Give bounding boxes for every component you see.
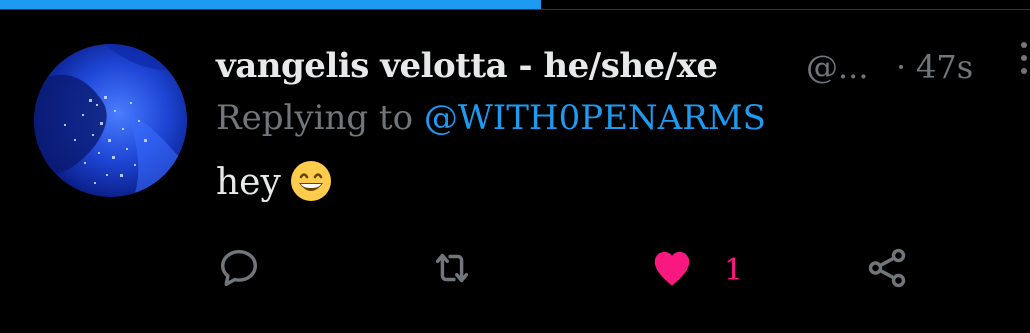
display-name[interactable]: vangelis velotta - he/she/xe [216,46,718,86]
speech-bubble-icon [220,249,258,287]
like-button[interactable]: 1 [648,238,743,298]
tweet-reply-screen: vangelis velotta - he/she/xe @... · 47s … [0,0,1030,333]
timestamp[interactable]: 47s [916,48,973,86]
retweet-button[interactable] [428,238,476,298]
tweet-header: vangelis velotta - he/she/xe @... · 47s [216,40,1027,96]
progress-bar-fill [0,0,541,9]
tweet-actions: 1 [216,238,936,298]
retweet-icon [435,253,469,283]
avatar[interactable] [34,44,187,197]
replying-to-label: Replying to [216,98,414,138]
avatar-image [34,44,187,197]
reply-target-link[interactable]: @WITH0PENARMS [424,98,766,138]
progress-bar [0,0,1030,9]
user-handle[interactable]: @... [806,48,869,86]
reply-button[interactable] [216,238,262,298]
like-count: 1 [724,252,744,288]
grinning-face-emoji-icon [289,159,333,203]
divider [0,9,1030,10]
replying-to-line: Replying to @WITH0PENARMS [216,98,766,138]
tweet-body: hey [216,159,333,207]
more-options-icon[interactable] [1016,42,1030,82]
separator-dot: · [896,48,907,86]
heart-icon [654,251,690,286]
share-button[interactable] [864,238,910,298]
share-icon [868,248,906,288]
tweet-text: hey [216,162,281,203]
